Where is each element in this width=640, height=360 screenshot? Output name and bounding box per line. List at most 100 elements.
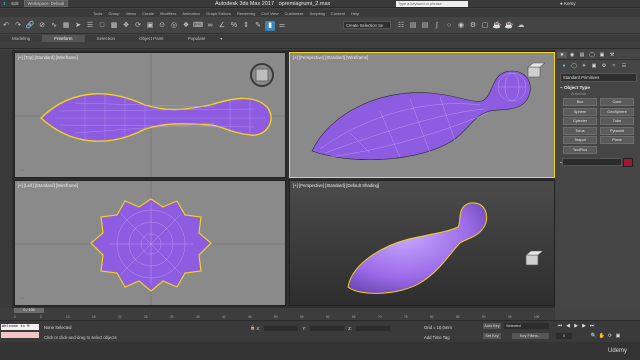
display-tab-icon[interactable]: ▣ [597, 52, 607, 58]
key-filters-button[interactable]: Key Filters... [512, 333, 549, 339]
cone-button[interactable]: Cone [600, 98, 634, 106]
tab-freeform[interactable]: Freeform [42, 35, 85, 42]
menu-rendering[interactable]: Rendering [234, 11, 258, 16]
previous-frame-icon[interactable]: ◀ [564, 323, 572, 330]
helpers-icon[interactable]: ⚙ [599, 63, 609, 69]
create-tab-icon[interactable]: ★ [557, 51, 567, 58]
select-by-name-icon[interactable]: ☰ [85, 21, 95, 31]
schematic-view-icon[interactable]: ○ [444, 21, 454, 31]
z-field[interactable] [355, 325, 390, 331]
tab-object-paint[interactable]: Object Paint [127, 35, 176, 42]
plane-button[interactable]: Plane [600, 136, 634, 144]
y-field[interactable] [310, 325, 345, 331]
material-editor-icon[interactable]: ◉ [456, 21, 466, 31]
tab-modeling[interactable]: Modeling [0, 35, 42, 42]
object-type-rollout[interactable]: − Object Type [560, 85, 637, 90]
tube-button[interactable]: Tube [600, 117, 634, 125]
auto-key-button[interactable]: Auto Key [483, 323, 501, 329]
teapot-button[interactable]: Teapot [563, 136, 597, 144]
viewport-layout-tab[interactable] [0, 50, 12, 308]
lights-icon[interactable]: ☀ [579, 63, 589, 69]
systems-icon[interactable]: ☷ [619, 63, 629, 69]
bind-space-warp-icon[interactable]: ∿ [49, 21, 59, 31]
curve-editor-icon[interactable]: ∫ [432, 21, 442, 31]
percent-snap-icon[interactable]: % [229, 21, 239, 31]
object-name-input[interactable] [562, 158, 622, 166]
menu-edit[interactable]: Edit [8, 1, 21, 6]
link-icon[interactable]: 🔗 [25, 21, 35, 31]
reference-coordinate-icon[interactable]: ⊙ [157, 21, 167, 31]
a360-render-icon[interactable]: ☁ [516, 21, 526, 31]
menu-customize[interactable]: Customize [282, 11, 307, 16]
tab-selection[interactable]: Selection [85, 35, 128, 42]
menu-civil-view[interactable]: Civil View [258, 11, 281, 16]
viewport-label[interactable]: [+] [Top] [Standard] [Wireframe] [18, 55, 78, 60]
geosphere-button[interactable]: GeoSphere [600, 107, 634, 116]
viewport-label[interactable]: [+] [Perspective] [Standard] [Wireframe] [293, 55, 368, 60]
menu-modifiers[interactable]: Modifiers [157, 11, 179, 16]
primitive-type-dropdown[interactable]: Standard Primitives [560, 73, 637, 82]
menu-tools[interactable]: Tools [90, 11, 105, 16]
menu-views[interactable]: Views [122, 11, 139, 16]
edit-named-selection-icon[interactable]: ✎ [253, 21, 263, 31]
textplus-button[interactable]: TextPlus [563, 145, 597, 154]
next-frame-icon[interactable]: ▶ [580, 323, 588, 330]
select-move-icon[interactable]: ✥ [121, 21, 131, 31]
viewport-perspective-shaded[interactable]: [+] [Perspective] [Standard] [Default Sh… [289, 180, 555, 306]
pivot-center-icon[interactable]: ◎ [169, 21, 179, 31]
select-object-icon[interactable]: ➤ [73, 21, 83, 31]
torus-button[interactable]: Torus [563, 126, 597, 135]
mirror-icon[interactable]: ▮ [265, 20, 275, 31]
user-account[interactable]: ● Kemy [560, 1, 576, 6]
unlink-icon[interactable]: ⊘ [37, 21, 47, 31]
geometry-icon[interactable]: ● [559, 63, 569, 69]
manipulate-icon[interactable]: ❖ [181, 21, 191, 31]
search-input[interactable]: Type a keyword or phrase [396, 1, 468, 7]
go-to-start-icon[interactable]: ⏮ [556, 323, 564, 330]
app-logo-icon[interactable]: 3 [0, 1, 8, 6]
render-production-icon[interactable]: ☕ [492, 21, 502, 31]
align-icon[interactable]: ⚌ [277, 21, 287, 31]
select-scale-icon[interactable]: ▣ [145, 21, 155, 31]
select-rotate-icon[interactable]: ⟳ [133, 21, 143, 31]
selection-filter-icon[interactable]: ▦ [61, 21, 71, 31]
motion-tab-icon[interactable]: ◯ [587, 52, 597, 58]
set-key-button[interactable]: Set Key [483, 333, 501, 339]
spinner-snap-icon[interactable]: ⇕ [241, 21, 251, 31]
sphere-button[interactable]: Sphere [563, 107, 597, 116]
box-button[interactable]: Box [563, 98, 597, 106]
play-icon[interactable]: ▶ [572, 323, 580, 330]
snaps-toggle-icon[interactable]: ∞ [205, 21, 215, 31]
viewport-perspective-wireframe[interactable]: [+] [Perspective] [Standard] [Wireframe] [289, 52, 555, 178]
modify-tab-icon[interactable]: ◉ [567, 52, 577, 58]
add-time-tag[interactable]: Add Time Tag [424, 335, 450, 340]
menu-content[interactable]: Content [328, 11, 348, 16]
menu-animation[interactable]: Animation [179, 11, 203, 16]
current-frame-input[interactable]: 0 [556, 333, 572, 339]
zoom-icon[interactable]: 🔍 [590, 333, 598, 340]
menu-scripting[interactable]: Scripting [306, 11, 328, 16]
go-to-end-icon[interactable]: ⏭ [588, 323, 596, 330]
space-warps-icon[interactable]: ≈ [609, 63, 619, 69]
x-field[interactable] [264, 325, 299, 331]
viewport-top[interactable]: ⌙ [+] [Top] [Standard] [Wireframe] [14, 52, 286, 178]
key-mode-dropdown[interactable]: Selected [504, 323, 549, 329]
menu-create[interactable]: Create [139, 11, 157, 16]
tab-populate[interactable]: Populate [176, 35, 218, 42]
hierarchy-tab-icon[interactable]: ▤ [577, 52, 587, 58]
orbit-icon[interactable]: ⟳ [606, 333, 614, 340]
viewport-label[interactable]: [+] [Left] [Standard] [Wireframe] [18, 183, 78, 188]
angle-snap-icon[interactable]: ∠ [217, 21, 227, 31]
window-crossing-icon[interactable]: ▩ [109, 21, 119, 31]
maxscript-listener[interactable]: Welcome to M [1, 324, 39, 330]
shapes-icon[interactable]: ◯ [569, 63, 579, 69]
named-selection-set[interactable]: Create Selection Se [343, 21, 391, 29]
ribbon-options-icon[interactable]: ▾ [218, 36, 224, 42]
menu-help[interactable]: Help [348, 11, 362, 16]
lock-icon[interactable]: 🔒 [250, 325, 255, 331]
undo-icon[interactable]: ↶ [1, 21, 11, 31]
cameras-icon[interactable]: ▣ [589, 63, 599, 69]
pan-icon[interactable]: ✋ [598, 333, 606, 340]
redo-icon[interactable]: ↷ [13, 21, 23, 31]
cylinder-button[interactable]: Cylinder [563, 117, 597, 125]
